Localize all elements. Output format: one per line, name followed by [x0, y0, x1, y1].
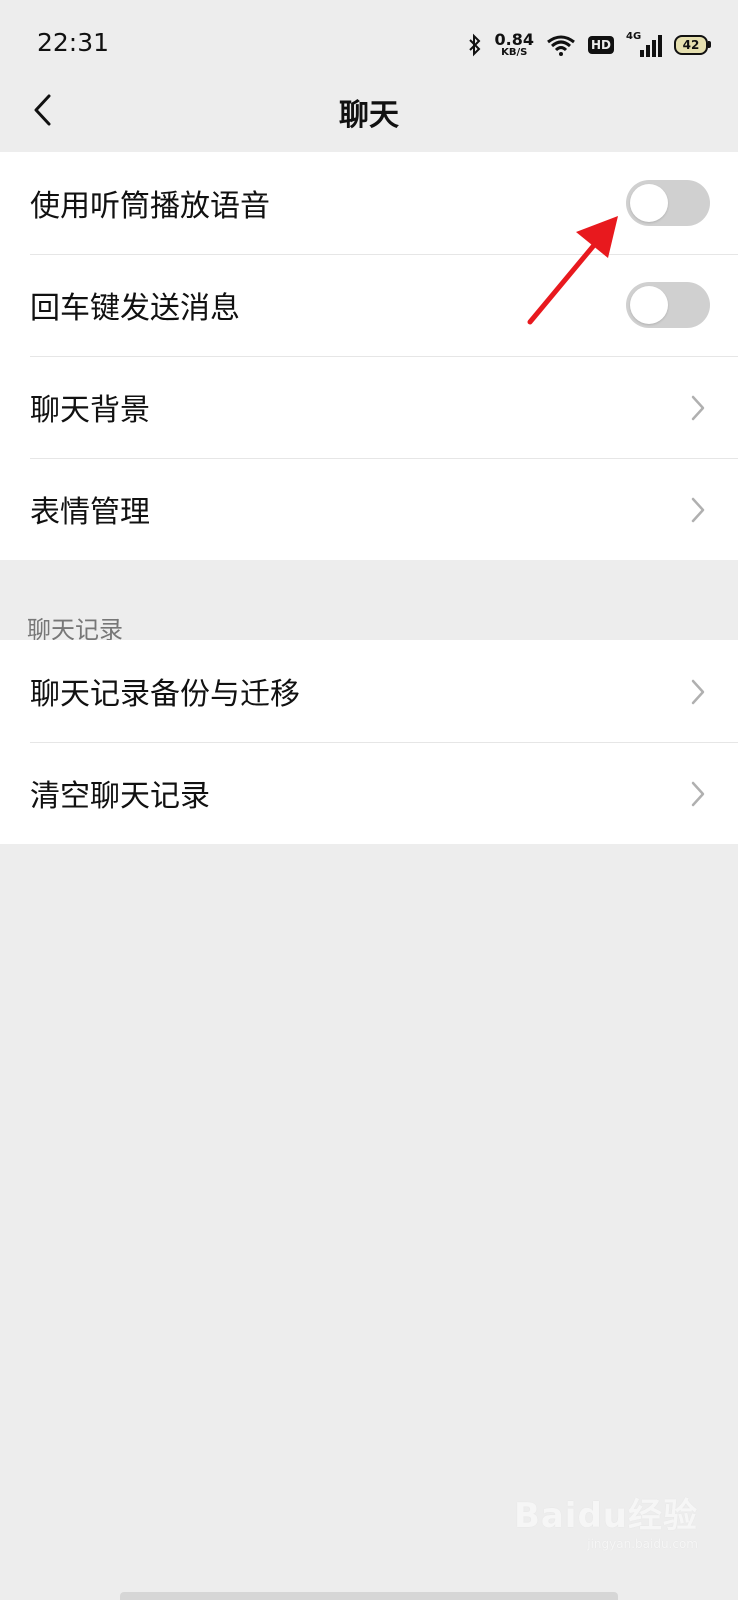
home-indicator[interactable] [120, 1592, 618, 1600]
net-speed-value: 0.84 [494, 30, 534, 49]
baidu-watermark: Baidu经验 jingyan.baidu.com [514, 1488, 698, 1551]
earpiece-toggle[interactable] [626, 180, 710, 226]
page-title: 聊天 [339, 98, 399, 133]
battery-icon: 42 [674, 35, 711, 55]
setting-row-clear-history[interactable]: 清空聊天记录 [0, 742, 738, 844]
setting-label: 使用听筒播放语音 [30, 189, 270, 224]
setting-label: 清空聊天记录 [30, 779, 210, 814]
chevron-right-icon [691, 679, 705, 705]
net-speed-unit: KB/S [501, 47, 528, 58]
setting-label: 聊天记录备份与迁移 [30, 677, 300, 712]
status-icons: 0.84 KB/S HD 4G 42 [467, 28, 711, 62]
chevron-right-icon [691, 395, 705, 421]
settings-group-chat-history: 聊天记录备份与迁移 清空聊天记录 [0, 640, 738, 844]
enter-send-toggle[interactable] [626, 282, 710, 328]
wifi-icon [547, 35, 575, 56]
signal-label: 4G [626, 31, 642, 42]
setting-label: 回车键发送消息 [30, 291, 240, 326]
battery-level: 42 [682, 38, 700, 52]
signal-icon: 4G [626, 31, 662, 57]
setting-row-sticker-management[interactable]: 表情管理 [0, 458, 738, 560]
net-speed: 0.84 KB/S [495, 32, 534, 58]
setting-label: 聊天背景 [30, 393, 150, 428]
watermark-url: jingyan.baidu.com [587, 1537, 698, 1551]
chevron-right-icon [691, 497, 705, 523]
chevron-right-icon [691, 781, 705, 807]
annotation-arrow-icon [527, 216, 618, 325]
setting-row-backup-migrate[interactable]: 聊天记录备份与迁移 [0, 640, 738, 742]
bluetooth-icon [468, 33, 480, 57]
header-bar: 聊天 [0, 70, 738, 153]
setting-label: 表情管理 [30, 495, 150, 530]
setting-row-chat-background[interactable]: 聊天背景 [0, 356, 738, 458]
status-time: 22:31 [37, 28, 110, 57]
watermark-brand: Baidu经验 [513, 1496, 698, 1536]
hd-icon: HD [587, 36, 614, 54]
